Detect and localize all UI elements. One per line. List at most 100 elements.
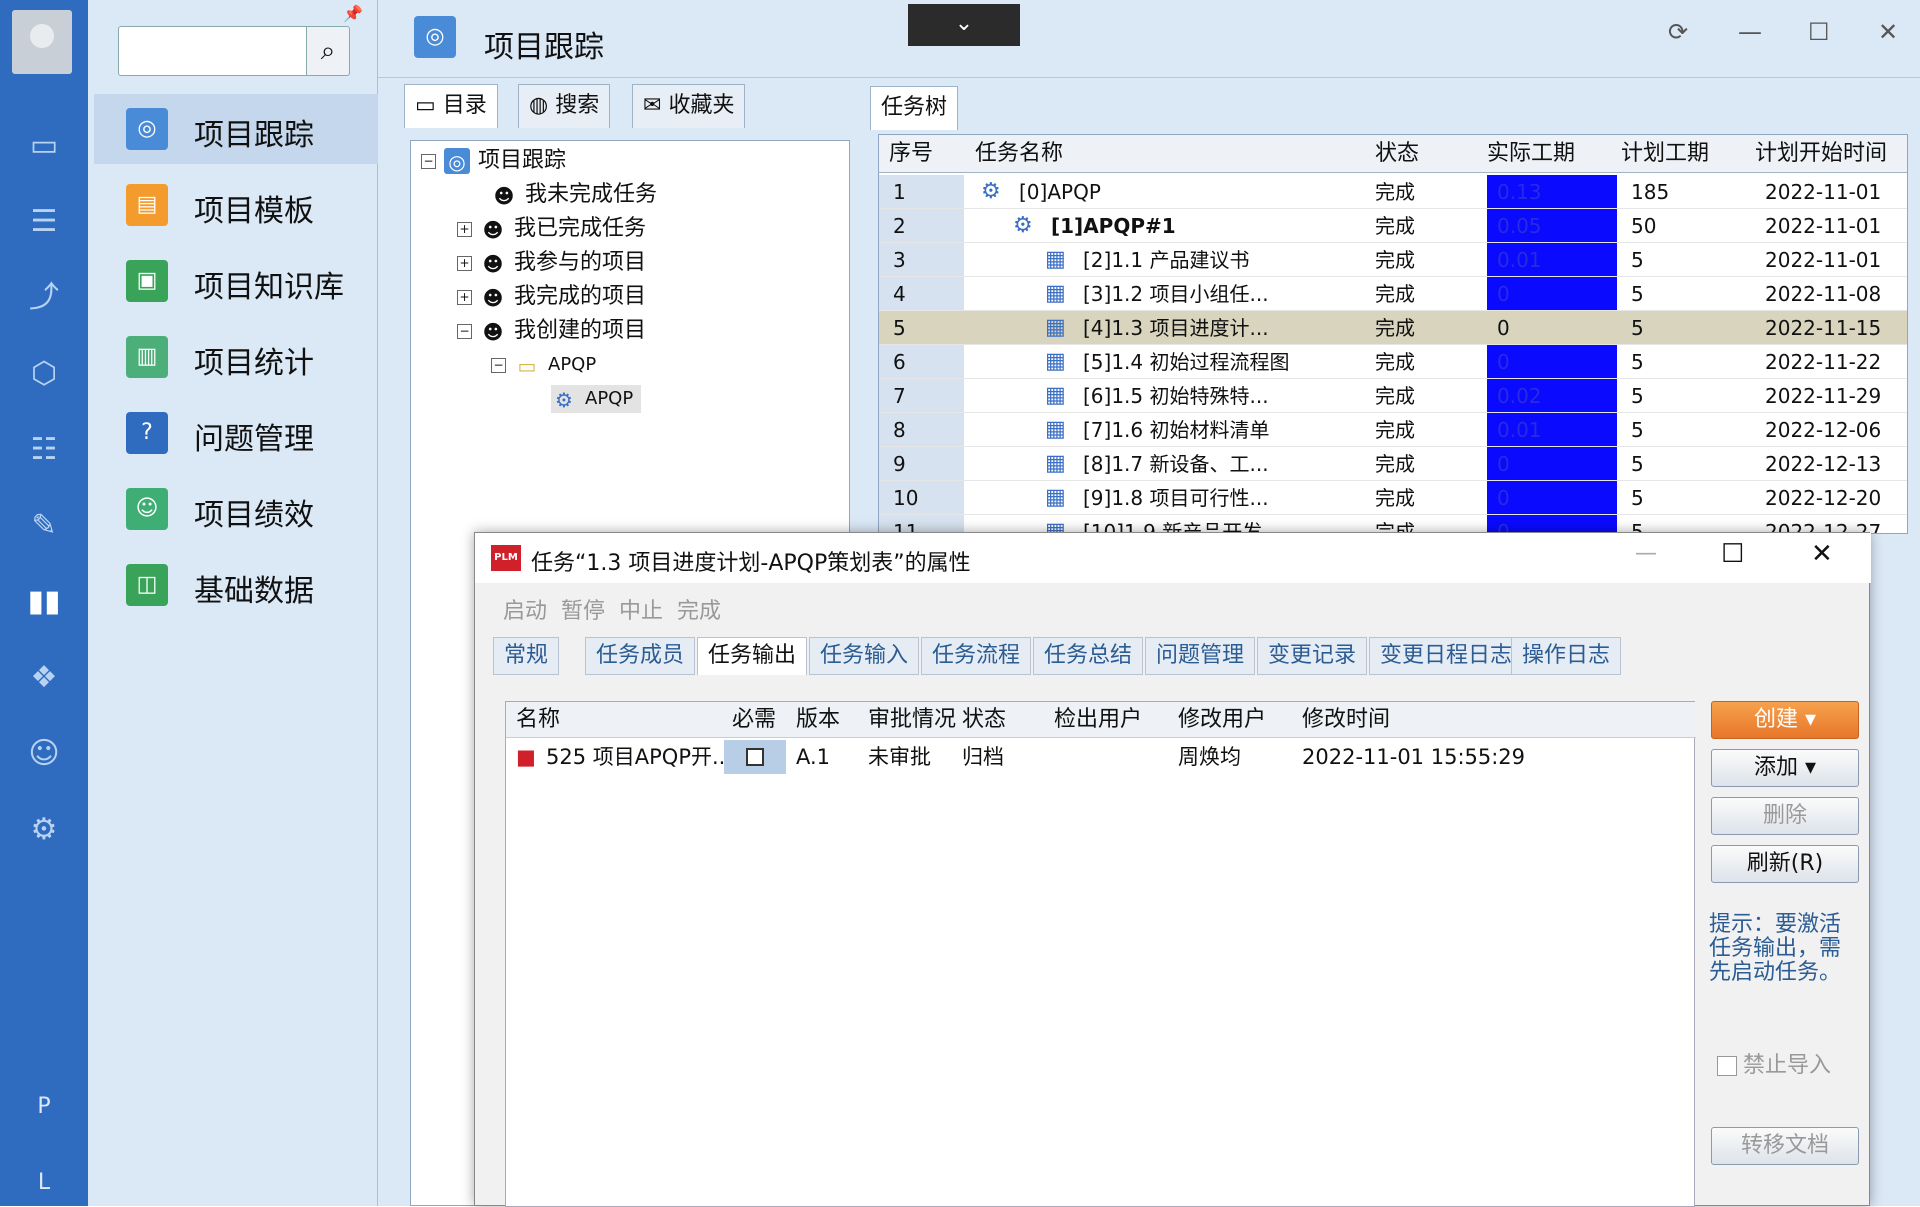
expand-icon[interactable]: +: [457, 255, 472, 271]
dialog-tab[interactable]: 变更记录: [1257, 637, 1368, 675]
task-document-icon: ▦: [1045, 451, 1066, 476]
maximize-icon[interactable]: ☐: [1721, 539, 1744, 569]
tree-node-completed[interactable]: + ☻ 我完成的项目: [457, 283, 646, 311]
dialog-tab[interactable]: 任务输出: [697, 637, 808, 675]
cell-start-date: 2022-11-01: [1765, 214, 1882, 238]
cell-status: 完成: [1375, 486, 1415, 510]
cell-actual-duration: 0.13: [1487, 175, 1617, 208]
nav-item-project-tracking[interactable]: ◎ 项目跟踪: [94, 94, 378, 164]
table-row[interactable]: 8 [7]1.6 初始材料清单 完成 0.01 5 2022-12-06 ▦: [879, 413, 1907, 447]
expand-icon[interactable]: +: [457, 289, 472, 305]
dialog-tab[interactable]: 任务流程: [921, 637, 1032, 675]
minimize-icon[interactable]: —: [1738, 18, 1762, 46]
search-icon[interactable]: ⌕: [306, 26, 350, 76]
column-header[interactable]: 修改用户: [1178, 702, 1266, 738]
column-header[interactable]: 状态: [962, 702, 1006, 738]
close-icon[interactable]: ✕: [1878, 18, 1898, 46]
collapse-icon[interactable]: −: [457, 323, 472, 339]
dialog-tab[interactable]: 问题管理: [1145, 637, 1256, 675]
tree-node-finished[interactable]: + ☻ 我已完成任务: [457, 215, 646, 243]
dialog-title: 任务“1.3 项目进度计划-APQP策划表”的属性: [531, 551, 971, 576]
table-row[interactable]: ■ 525 项目APQP开... A.1 未审批 归档 周焕均 2022-11-…: [506, 740, 1696, 774]
table-row[interactable]: 1 [0]APQP 完成 0.13 185 2022-11-01 ⚙: [879, 175, 1907, 209]
trend-icon[interactable]: ⤴: [22, 276, 66, 320]
column-header[interactable]: 实际工期: [1487, 135, 1575, 173]
cube-icon[interactable]: ⬡: [22, 352, 66, 396]
user-avatar[interactable]: [12, 10, 72, 74]
chevron-down-icon[interactable]: ⌄: [908, 4, 1020, 46]
list-icon[interactable]: ☰: [22, 200, 66, 244]
expand-icon[interactable]: +: [457, 221, 472, 237]
tab-directory[interactable]: ▭ 目录: [404, 84, 498, 128]
column-header[interactable]: 检出用户: [1054, 702, 1142, 738]
required-checkbox[interactable]: [746, 748, 764, 766]
delete-button[interactable]: 删除: [1711, 797, 1859, 835]
tab-search[interactable]: ◍ 搜索: [518, 84, 611, 128]
puzzle-icon[interactable]: ❖: [22, 656, 66, 700]
tree-node-participated[interactable]: + ☻ 我参与的项目: [457, 249, 646, 277]
tree-node-unfinished[interactable]: ☻ 我未完成任务: [491, 181, 657, 209]
table-row[interactable]: 2 [1]APQP#1 完成 0.05 50 2022-11-01 ⚙: [879, 209, 1907, 243]
column-header[interactable]: 修改时间: [1302, 702, 1390, 738]
tree-node-apqp-folder[interactable]: − ▭ APQP: [491, 351, 596, 379]
table-row[interactable]: 4 [3]1.2 项目小组任... 完成 0 5 2022-11-08 ▦: [879, 277, 1907, 311]
column-header[interactable]: 版本: [796, 702, 840, 738]
dialog-tab[interactable]: 任务总结: [1033, 637, 1144, 675]
nav-item-issue-management[interactable]: ? 问题管理: [94, 398, 378, 468]
nav-item-knowledge-base[interactable]: ▣ 项目知识库: [94, 246, 378, 316]
nav-search-input[interactable]: [118, 26, 318, 76]
dialog-tab[interactable]: 任务成员: [585, 637, 696, 675]
table-row[interactable]: 9 [8]1.7 新设备、工... 完成 0 5 2022-12-13 ▦: [879, 447, 1907, 481]
sliders-icon[interactable]: ☷: [22, 428, 66, 472]
tab-task-tree[interactable]: 任务树: [870, 86, 959, 130]
add-button[interactable]: 添加 ▾: [1711, 749, 1859, 787]
forbid-import-checkbox[interactable]: [1717, 1056, 1737, 1076]
start-button[interactable]: 启动: [503, 593, 547, 627]
tree-node-apqp-project[interactable]: ⚙ APQP: [551, 385, 642, 413]
transfer-document-button[interactable]: 转移文档: [1711, 1127, 1859, 1165]
nav-item-project-template[interactable]: ▤ 项目模板: [94, 170, 378, 240]
column-header[interactable]: 名称: [516, 702, 560, 738]
column-header[interactable]: 计划开始时间: [1755, 135, 1887, 173]
column-header[interactable]: 计划工期: [1621, 135, 1709, 173]
monitor-icon[interactable]: ▭: [22, 124, 66, 168]
nav-item-performance[interactable]: ☺ 项目绩效: [94, 474, 378, 544]
gear-icon[interactable]: ⚙: [22, 808, 66, 852]
refresh-button[interactable]: 刷新(R): [1711, 845, 1859, 883]
pin-icon[interactable]: 📌: [343, 4, 363, 23]
tab-favorites[interactable]: ✉ 收藏夹: [632, 84, 746, 128]
column-header[interactable]: 状态: [1375, 135, 1419, 173]
column-header[interactable]: 审批情况: [868, 702, 956, 738]
tree-node-root[interactable]: − ◎ 项目跟踪: [421, 147, 566, 175]
dialog-tab[interactable]: 任务输入: [809, 637, 920, 675]
complete-button[interactable]: 完成: [677, 593, 721, 627]
refresh-icon[interactable]: ⟳: [1668, 18, 1688, 46]
nav-item-statistics[interactable]: ▥ 项目统计: [94, 322, 378, 392]
column-header[interactable]: 序号: [889, 135, 933, 173]
table-row[interactable]: 10 [9]1.8 项目可行性... 完成 0 5 2022-12-20 ▦: [879, 481, 1907, 515]
wrench-icon[interactable]: ✎: [22, 504, 66, 548]
collapse-icon[interactable]: −: [421, 153, 436, 169]
pause-button[interactable]: 暂停: [561, 593, 605, 627]
dialog-tab[interactable]: 操作日志: [1511, 637, 1622, 675]
library-icon[interactable]: ▮▮: [22, 580, 66, 624]
tree-node-created[interactable]: − ☻ 我创建的项目: [457, 317, 646, 345]
forbid-import-option[interactable]: 禁止导入: [1717, 1047, 1831, 1079]
stop-button[interactable]: 中止: [619, 593, 663, 627]
minimize-icon[interactable]: —: [1635, 541, 1657, 566]
table-row[interactable]: 3 [2]1.1 产品建议书 完成 0.01 5 2022-11-01 ▦: [879, 243, 1907, 277]
close-icon[interactable]: ✕: [1811, 539, 1833, 569]
dialog-tab[interactable]: 常规: [493, 637, 560, 675]
users-icon[interactable]: ☺: [22, 732, 66, 776]
cell-task-name: [1]APQP#1: [1051, 214, 1176, 238]
create-button[interactable]: 创建 ▾: [1711, 701, 1859, 739]
collapse-icon[interactable]: −: [491, 357, 506, 373]
dialog-tab[interactable]: 变更日程日志: [1369, 637, 1524, 675]
nav-item-basic-data[interactable]: ◫ 基础数据: [94, 550, 378, 620]
table-row[interactable]: 5 [4]1.3 项目进度计... 完成 0 5 2022-11-15 ▦: [879, 311, 1907, 345]
maximize-icon[interactable]: ☐: [1808, 18, 1830, 46]
column-header[interactable]: 必需: [732, 702, 776, 738]
column-header[interactable]: 任务名称: [975, 135, 1063, 173]
table-row[interactable]: 7 [6]1.5 初始特殊特... 完成 0.02 5 2022-11-29 ▦: [879, 379, 1907, 413]
table-row[interactable]: 6 [5]1.4 初始过程流程图 完成 0 5 2022-11-22 ▦: [879, 345, 1907, 379]
